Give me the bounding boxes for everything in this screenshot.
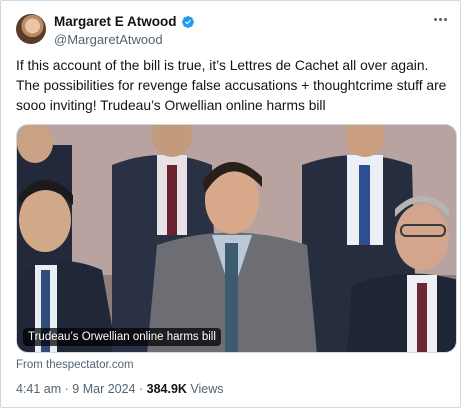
author-name-row[interactable]: Margaret E Atwood	[54, 14, 195, 29]
author-handle[interactable]: @MargaretAtwood	[54, 32, 163, 47]
avatar[interactable]	[16, 14, 46, 44]
meta-separator: ·	[61, 382, 73, 396]
author-name[interactable]: Margaret E Atwood	[54, 14, 177, 29]
meta-separator-2: ·	[135, 382, 147, 396]
verified-badge-icon	[181, 15, 194, 28]
tweet-text: If this account of the bill is true, it’…	[16, 58, 447, 113]
tweet-card[interactable]: Margaret E Atwood @MargaretAtwood If thi…	[0, 0, 461, 408]
media-caption: Trudeau’s Orwellian online harms bill	[23, 328, 221, 346]
tweet-date[interactable]: 9 Mar 2024	[72, 382, 135, 396]
media-card[interactable]: Trudeau’s Orwellian online harms bill	[16, 124, 457, 353]
views-label: Views	[190, 382, 224, 396]
link-source[interactable]: From thespectator.com	[16, 359, 134, 371]
views-count: 384.9K	[146, 382, 187, 396]
media-photo	[17, 125, 456, 352]
tweet-meta: 4:41 am · 9 Mar 2024 · 384.9K Views	[16, 382, 224, 396]
tweet-time[interactable]: 4:41 am	[16, 382, 61, 396]
more-options-icon[interactable]	[429, 11, 451, 27]
